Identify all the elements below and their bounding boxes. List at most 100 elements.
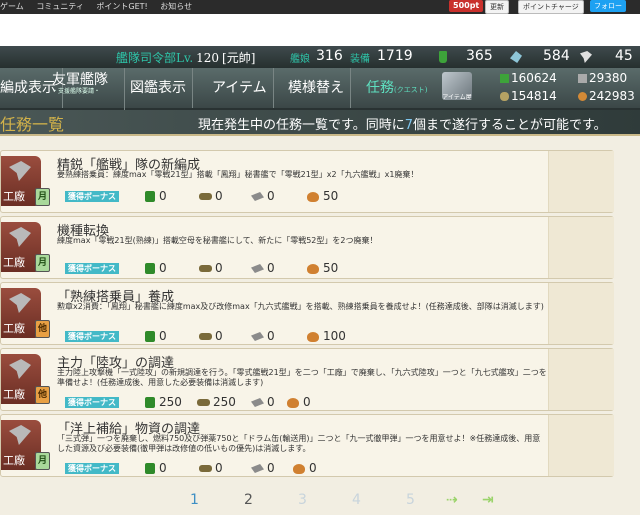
page-1[interactable]: 1 — [190, 492, 199, 508]
bauxite-icon — [578, 92, 587, 101]
bonus-badge: 獲得ボーナス — [65, 263, 119, 274]
quest-status-area — [548, 217, 614, 278]
desc-count: 7 — [404, 118, 413, 133]
bauxite-reward: 50 — [323, 261, 339, 275]
quest-card[interactable]: 工廠 月 「洋上補給」物資の調達 「三式弾」一つを廃棄し、燃料750及び弾薬75… — [0, 414, 614, 477]
fuel-reward: 0 — [159, 261, 167, 275]
steel-reward: 0 — [267, 395, 275, 409]
frequency-badge: 月 — [35, 452, 50, 470]
ships-count: 316 — [316, 48, 343, 64]
bauxite-value: 242983 — [589, 89, 635, 103]
status-bar: 艦隊司令部Lv. 120 [元帥] 艦娘 316 装備 1719 365 584 4… — [0, 46, 640, 68]
quest-status-area — [548, 151, 614, 212]
category-label: 工廠 — [3, 454, 25, 467]
steel-reward-icon — [251, 192, 264, 201]
dev-material-icon — [580, 51, 592, 63]
fuel-reward-icon — [145, 463, 155, 474]
last-page-icon[interactable]: ⇥ — [482, 492, 494, 508]
steel-reward: 0 — [267, 461, 275, 475]
menu-friend-fleet-sub: ・支援艦隊要請・ — [52, 88, 101, 95]
menu-quests[interactable]: 任務(クエスト) — [360, 68, 433, 108]
ammo-reward-icon — [199, 265, 212, 272]
page-5[interactable]: 5 — [406, 492, 415, 508]
menu-interior[interactable]: 模様替え — [282, 68, 351, 108]
fuel-reward-icon — [145, 191, 155, 202]
page-2[interactable]: 2 — [244, 492, 253, 508]
quest-description: 主力陸上攻撃機「一式陸攻」の新規調達を行う。「零式艦戦21型」を二つ「工廠」で廃… — [57, 368, 547, 387]
menu-items[interactable]: アイテム — [206, 68, 274, 108]
quest-card[interactable]: 工廠 月 精鋭「艦戦」隊の新編成 要熟練搭乗員：練度max「零戦21型」搭載「鳳… — [0, 150, 614, 213]
bonus-badge: 獲得ボーナス — [65, 331, 119, 342]
fuel-reward: 0 — [159, 461, 167, 475]
points-badge: 500pt — [449, 0, 484, 12]
next-page-icon[interactable]: ⇢ — [446, 492, 458, 508]
bauxite-reward: 0 — [303, 395, 311, 409]
category-label: 工廠 — [3, 190, 25, 203]
fuel-reward-icon — [145, 397, 155, 408]
ships-label: 艦娘 — [290, 54, 310, 65]
quest-description: 「三式弾」一つを廃棄し、燃料750及び弾薬750と「ドラム缶(輸送用)」二つと「… — [57, 434, 541, 453]
follow-button[interactable]: フォロー — [590, 0, 626, 12]
desc-suffix: 個まで遂行することが可能です。 — [412, 118, 607, 133]
bucket-icon — [439, 51, 447, 63]
page-4[interactable]: 4 — [352, 492, 361, 508]
hammer-icon — [9, 359, 31, 379]
ammo-value: 154814 — [511, 89, 557, 103]
quest-description: 勲章x2消費：「鳳翔」秘書艦に練度max及び改修max「九六式艦戦」を搭載、熟練… — [57, 302, 544, 311]
ammo-reward: 0 — [215, 261, 223, 275]
steel-reward: 0 — [267, 329, 275, 343]
quest-card[interactable]: 工廠 月 機種転換 練度max「零戦21型(熟練)」搭載空母を秘書艦にして、新た… — [0, 216, 614, 279]
quest-description: 練度max「零戦21型(熟練)」搭載空母を秘書艦にして、新たに「零戦52型」を2… — [57, 236, 378, 245]
steel-reward-icon — [251, 264, 264, 273]
frequency-badge: 月 — [35, 254, 50, 272]
fuel-reward: 0 — [159, 189, 167, 203]
hammer-icon — [9, 293, 31, 313]
bauxite-reward-icon — [307, 332, 319, 342]
ammo-reward-icon — [197, 399, 210, 406]
fuel-reward: 0 — [159, 329, 167, 343]
site-nav-bar: ゲーム コミュニティ ポイントGET! お知らせ 500pt 更新 ポイントチャ… — [0, 0, 640, 14]
ammo-icon — [500, 92, 509, 101]
quest-status-area — [548, 283, 614, 344]
update-button[interactable]: 更新 — [485, 0, 509, 14]
site-nav-game[interactable]: ゲーム — [0, 2, 24, 11]
screw-count: 584 — [543, 48, 570, 64]
category-label: 工廠 — [3, 322, 25, 335]
fleet-rank: [元帥] — [222, 51, 256, 65]
quest-list-header: 任務一覧 現在発生中の任務一覧です。同時に7個まで遂行することが可能です。 — [0, 110, 640, 136]
bonus-badge: 獲得ボーナス — [65, 397, 119, 408]
page-3[interactable]: 3 — [298, 492, 307, 508]
bauxite-reward-icon — [293, 464, 305, 474]
hammer-icon — [9, 227, 31, 247]
ammo-reward-icon — [199, 465, 212, 472]
site-nav-points[interactable]: ポイントGET! — [96, 2, 147, 11]
steel-reward-icon — [251, 464, 264, 473]
menu-quests-label: 任務 — [366, 80, 394, 96]
steel-reward-icon — [251, 332, 264, 341]
item-shop-button[interactable]: アイテム屋 — [442, 72, 472, 101]
site-nav-community[interactable]: コミュニティ — [36, 2, 84, 11]
category-label: 工廠 — [3, 388, 25, 401]
menu-picture-book[interactable]: 図鑑表示 — [124, 68, 193, 108]
steel-value: 29380 — [589, 71, 628, 85]
steel-resource: 29380 — [578, 71, 627, 85]
category-label: 工廠 — [3, 256, 25, 269]
screw-icon — [510, 51, 522, 63]
quest-card[interactable]: 工廠 他 主力「陸攻」の調達 主力陸上攻撃機「一式陸攻」の新規調達を行う。「零式… — [0, 348, 614, 411]
bauxite-reward-icon — [307, 264, 319, 274]
point-charge-button[interactable]: ポイントチャージ — [518, 0, 584, 14]
fuel-resource: 160624 — [500, 71, 557, 85]
menu-friend-fleet[interactable]: 友軍艦隊 ・支援艦隊要請・ — [46, 68, 125, 112]
site-nav: ゲーム コミュニティ ポイントGET! お知らせ — [0, 0, 202, 14]
bauxite-reward-icon — [287, 398, 299, 408]
ammo-reward-icon — [199, 193, 212, 200]
item-shop-label: アイテム屋 — [442, 94, 472, 101]
ammo-reward: 250 — [213, 395, 236, 409]
ammo-reward: 0 — [215, 329, 223, 343]
ammo-reward: 0 — [215, 461, 223, 475]
menu-friend-fleet-label: 友軍艦隊 — [52, 72, 108, 88]
site-nav-news[interactable]: お知らせ — [160, 2, 192, 11]
game-frame: 艦隊司令部Lv. 120 [元帥] 艦娘 316 装備 1719 365 584 4… — [0, 46, 640, 515]
steel-reward: 0 — [267, 189, 275, 203]
quest-card[interactable]: 工廠 他 「熟練搭乗員」養成 勲章x2消費：「鳳翔」秘書艦に練度max及び改修m… — [0, 282, 614, 345]
